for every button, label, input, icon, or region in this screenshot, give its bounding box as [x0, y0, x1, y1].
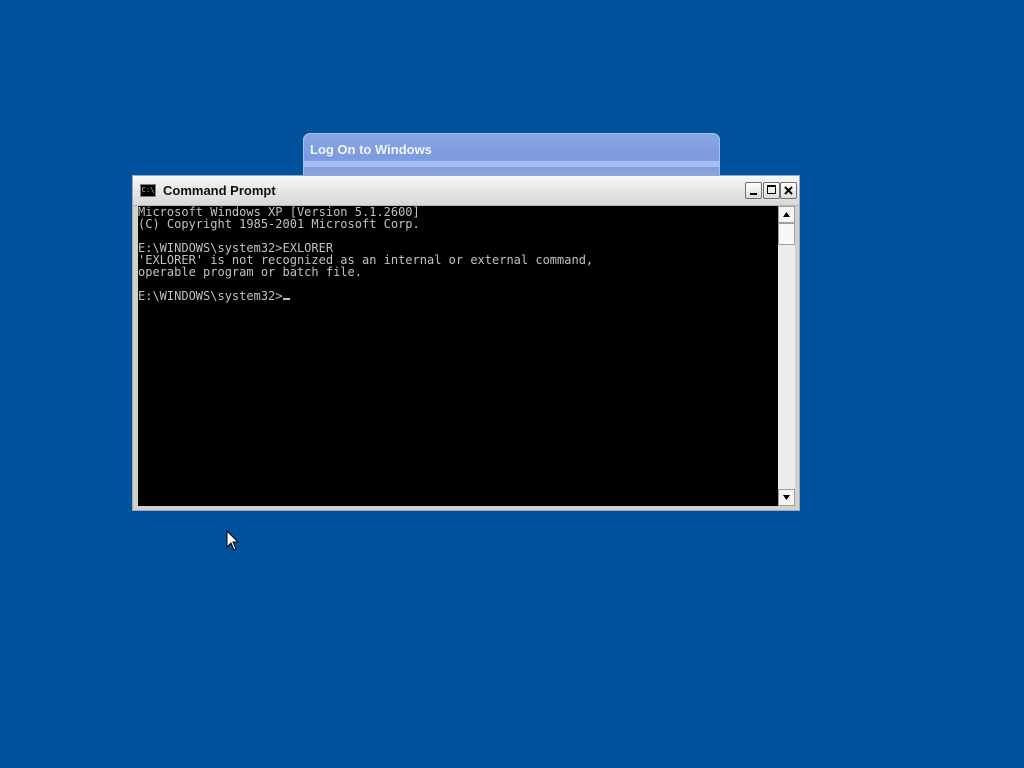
console-text: Microsoft Windows XP [Version 5.1.2600](…	[138, 206, 593, 302]
vertical-scrollbar[interactable]	[778, 206, 795, 506]
window-title-bar[interactable]: C:\ Command Prompt	[133, 176, 799, 206]
console-output[interactable]: Microsoft Windows XP [Version 5.1.2600](…	[138, 206, 778, 506]
close-button[interactable]	[780, 182, 797, 199]
scroll-up-button[interactable]	[778, 206, 795, 223]
text-cursor	[282, 298, 290, 300]
logon-dialog-band	[304, 161, 719, 167]
console-icon[interactable]: C:\	[140, 184, 156, 197]
close-icon	[784, 186, 793, 195]
console-prompt: E:\WINDOWS\system32>	[138, 289, 283, 303]
console-prompt-line: E:\WINDOWS\system32>	[138, 290, 593, 302]
console-line: (C) Copyright 1985-2001 Microsoft Corp.	[138, 217, 420, 231]
minimize-button[interactable]	[745, 182, 762, 199]
command-prompt-window[interactable]: C:\ Command Prompt Microsoft Windows XP …	[132, 175, 800, 511]
desktop: Log On to Windows C:\ Command Prompt Mic…	[0, 0, 1024, 768]
arrow-up-icon	[783, 212, 790, 217]
scroll-down-button[interactable]	[778, 489, 795, 506]
arrow-down-icon	[783, 495, 790, 500]
console-line: operable program or batch file.	[138, 265, 362, 279]
maximize-button[interactable]	[763, 182, 780, 199]
logon-dialog-title: Log On to Windows	[310, 142, 432, 157]
scroll-thumb[interactable]	[778, 223, 795, 245]
mouse-pointer-icon	[226, 530, 240, 551]
window-title: Command Prompt	[163, 183, 276, 198]
